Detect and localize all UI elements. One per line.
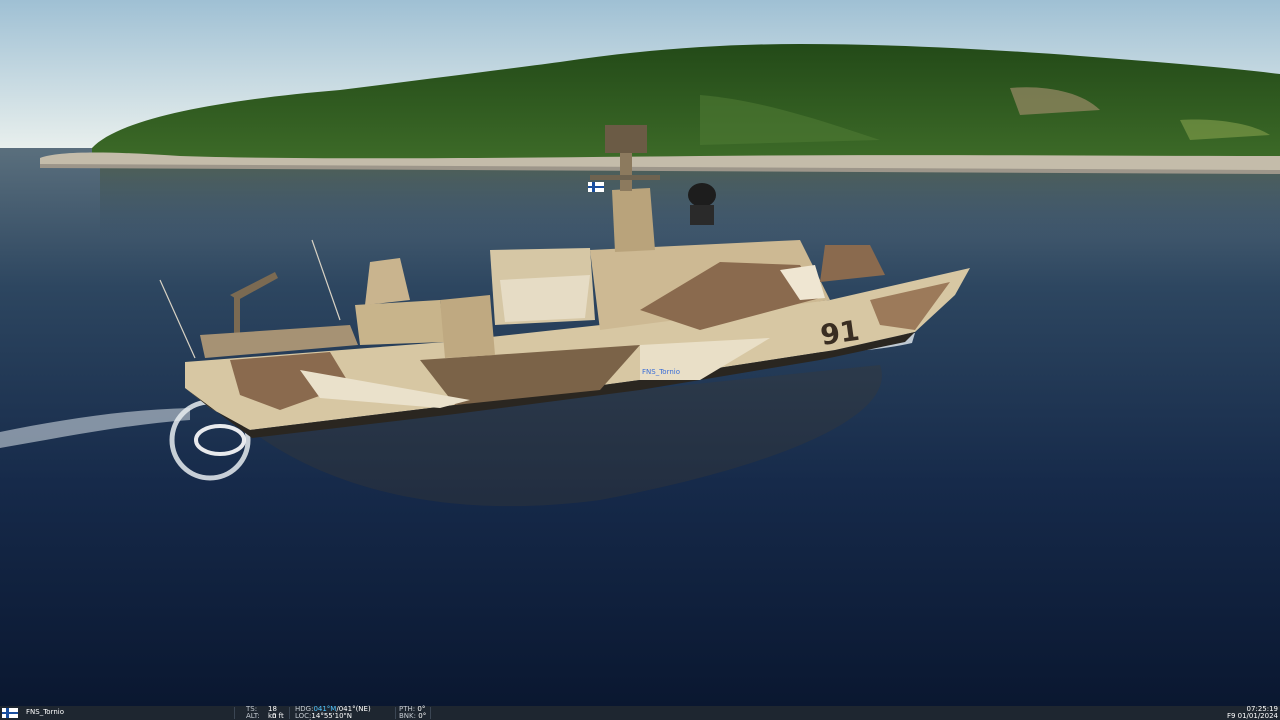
flag-icon: [2, 708, 18, 718]
unit-name-label: FNS_Tornio: [642, 368, 680, 376]
alt-label: ALT:: [246, 712, 260, 720]
divider: [289, 707, 290, 719]
divider: [430, 707, 431, 719]
island-reflection: [100, 168, 1280, 238]
date: F9 01/01/2024: [1226, 712, 1278, 720]
status-bar: FNS_Tornio TS: 18 kn ALT: 0 ft HDG:041°M…: [0, 706, 1280, 720]
radar-icon: [605, 125, 647, 153]
flag-icon: [588, 182, 604, 192]
bnk-label: BNK:: [399, 712, 416, 720]
divider: [234, 707, 235, 719]
heading-location-readout: HDG:041°M/041°(NE) LOC:14°55'10"N 145°38…: [295, 706, 395, 720]
hull-number: 91: [818, 314, 861, 352]
alt-value: 0 ft: [272, 712, 284, 720]
game-viewport[interactable]: 91 FNS_Tornio: [0, 0, 1280, 706]
speed-altitude-readout: TS: 18 kn ALT: 0 ft: [246, 706, 286, 720]
pitch-bank-readout: PTH: 0° BNK: 0°: [399, 706, 439, 720]
fire-control-radar: [688, 183, 716, 207]
bnk-value: 0°: [418, 712, 427, 720]
divider: [395, 707, 396, 719]
superstructure: [355, 300, 445, 345]
unit-name: FNS_Tornio: [26, 708, 64, 716]
clock: 07:25:19 F9 01/01/2024: [1198, 706, 1278, 720]
